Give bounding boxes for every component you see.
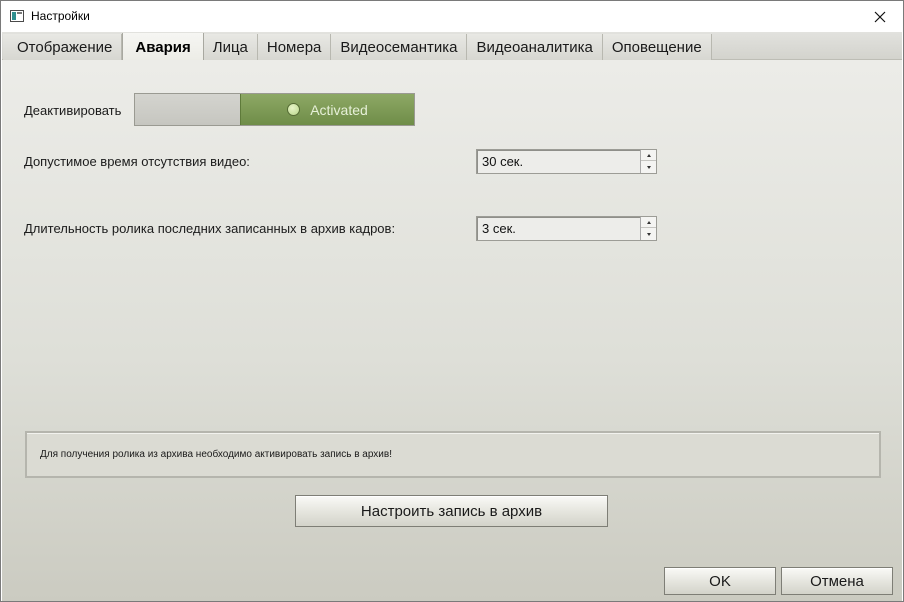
arrow-up-icon [646,220,651,224]
close-button[interactable] [857,1,903,32]
toggle-on-side: Activated [240,94,414,125]
deactivate-label: Деактивировать [24,103,122,118]
tab-video-analytics[interactable]: Видеоаналитика [467,34,603,60]
archive-notice-text: Для получения ролика из архива необходим… [40,449,392,460]
video-absence-stepper [476,149,657,174]
tab-display[interactable]: Отображение [3,34,123,60]
status-led-icon [287,103,301,116]
arrow-down-icon [646,233,651,236]
tab-bar: Отображение Авария Лица Номера Видеосема… [2,32,902,61]
cancel-button[interactable]: Отмена [781,567,893,595]
app-icon [10,10,24,22]
clip-duration-spin-buttons [640,217,656,240]
close-icon [874,11,886,22]
tab-list: Отображение Авария Лица Номера Видеосема… [3,33,712,61]
clip-duration-decrement[interactable] [641,229,656,240]
video-absence-input[interactable] [482,150,632,173]
tab-video-semantics[interactable]: Видеосемантика [331,34,468,60]
settings-window: Настройки Отображение Авария Лица Номера… [0,0,904,602]
configure-archive-button[interactable]: Настроить запись в архив [295,495,608,527]
video-absence-label: Допустимое время отсутствия видео: [24,154,250,169]
video-absence-increment[interactable] [641,150,656,161]
activation-toggle[interactable]: Activated [134,93,415,126]
tab-faces[interactable]: Лица [203,34,258,60]
ok-button[interactable]: OK [664,567,776,595]
tab-notification[interactable]: Оповещение [602,34,712,60]
title-bar: Настройки [1,1,903,32]
tab-alarm[interactable]: Авария [122,33,204,61]
clip-duration-stepper [476,216,657,241]
toggle-off-side [135,94,240,125]
video-absence-decrement[interactable] [641,162,656,173]
clip-duration-label: Длительность ролика последних записанных… [24,221,396,236]
arrow-down-icon [646,166,651,169]
window-title: Настройки [31,9,90,23]
arrow-up-icon [646,153,651,157]
archive-notice-box: Для получения ролика из архива необходим… [25,431,881,478]
tab-plates[interactable]: Номера [257,34,332,60]
clip-duration-input[interactable] [482,217,632,240]
video-absence-spin-buttons [640,150,656,173]
alarm-settings-panel: Деактивировать Activated Допустимое врем… [2,60,902,601]
toggle-state-label: Activated [310,101,368,118]
clip-duration-increment[interactable] [641,217,656,228]
